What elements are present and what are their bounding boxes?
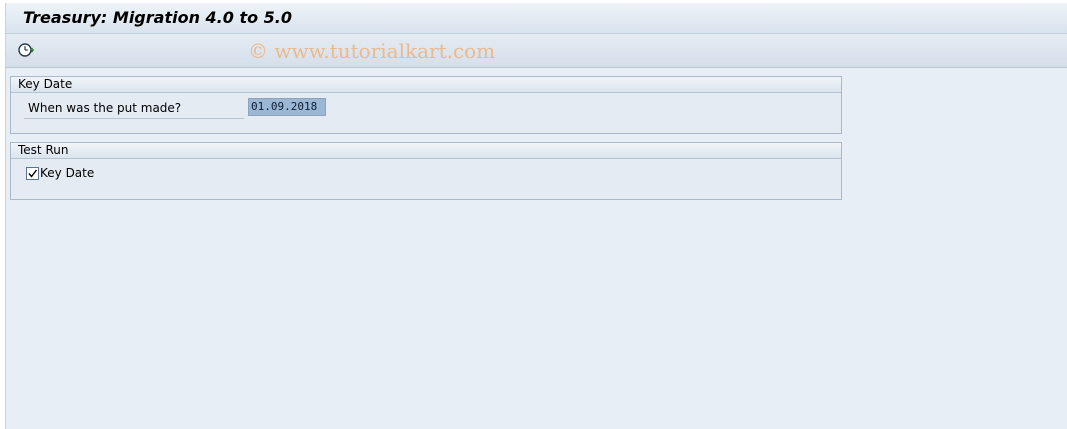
group-header: Test Run: [11, 143, 841, 159]
application-toolbar: © www.tutorialkart.com: [6, 34, 1067, 68]
group-header: Key Date: [11, 77, 841, 93]
watermark-text: © www.tutorialkart.com: [248, 39, 496, 63]
title-bar: Treasury: Migration 4.0 to 5.0: [6, 3, 1067, 34]
put-made-date-input[interactable]: 01.09.2018: [248, 98, 326, 116]
key-date-group: Key Date When was the put made? 01.09.20…: [10, 76, 842, 134]
checkmark-icon: [28, 169, 38, 178]
sap-screen: Treasury: Migration 4.0 to 5.0 © www.tut…: [5, 3, 1067, 429]
window-title: Treasury: Migration 4.0 to 5.0: [23, 8, 292, 27]
put-made-label: When was the put made?: [28, 101, 182, 115]
execute-clock-icon: [18, 43, 34, 57]
execute-button[interactable]: [16, 41, 36, 59]
test-run-group: Test Run Key Date: [10, 142, 842, 200]
key-date-checkbox-label: Key Date: [40, 166, 95, 180]
put-made-field-row: When was the put made?: [24, 98, 244, 119]
key-date-checkbox[interactable]: [26, 167, 39, 180]
